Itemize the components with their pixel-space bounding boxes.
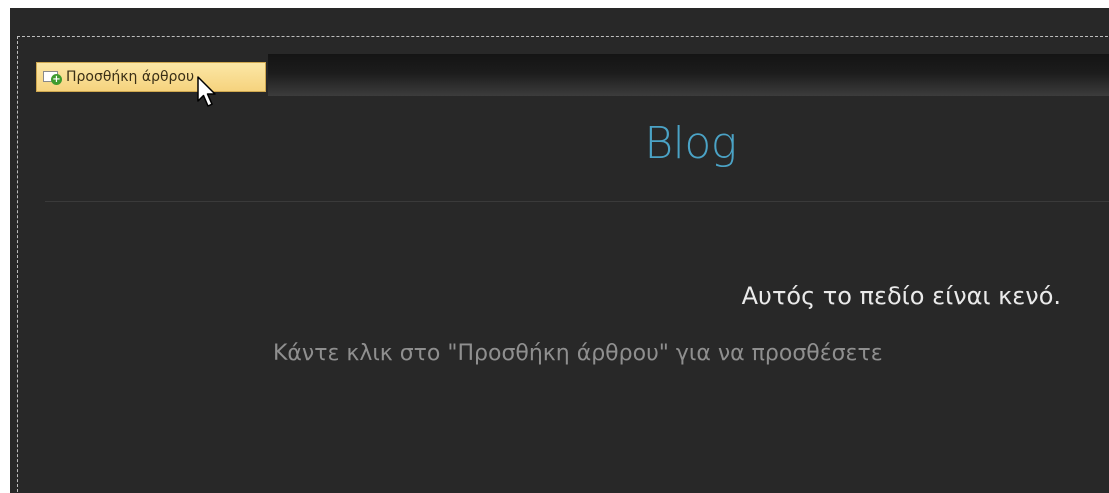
empty-state-hint: Κάντε κλικ στο "Προσθήκη άρθρου" για να … [273,341,883,366]
add-article-label: Προσθήκη άρθρου [66,69,195,85]
add-article-button[interactable]: + Προσθήκη άρθρου [36,62,266,92]
document-add-icon: + [43,69,63,85]
content-toolbar-strip [268,54,1109,96]
editable-zone-outline [17,36,1108,493]
empty-state-title: Αυτός το πεδίο είναι κενό. [741,282,1061,310]
page-title: Blog [644,118,737,169]
mouse-pointer-icon [197,76,216,107]
screen: + Προσθήκη άρθρου Blog Αυτός το πεδίο εί… [0,0,1109,493]
title-divider [45,201,1109,202]
